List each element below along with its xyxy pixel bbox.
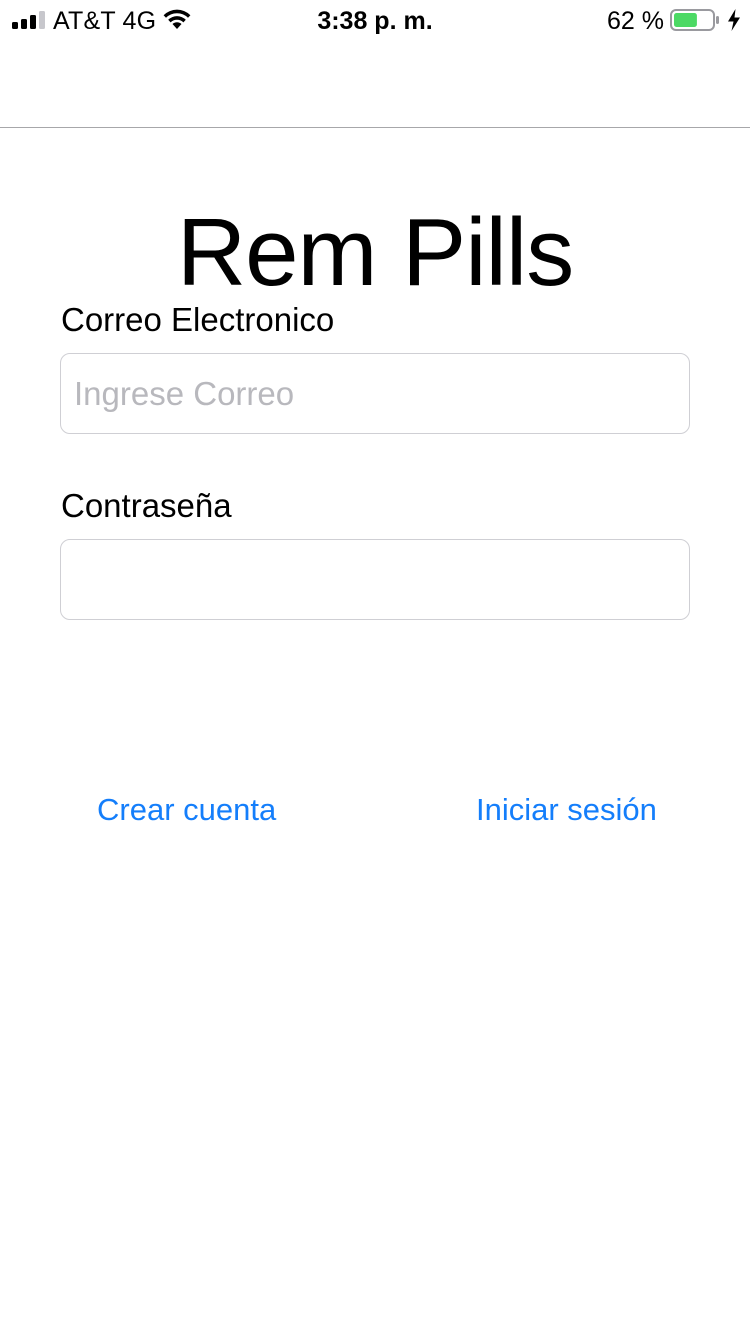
password-label: Contraseña bbox=[61, 487, 232, 524]
battery-percentage: 62 % bbox=[607, 7, 664, 35]
create-account-button[interactable]: Crear cuenta bbox=[97, 788, 276, 832]
email-label: Correo Electronico bbox=[61, 301, 335, 338]
login-button[interactable]: Iniciar sesión bbox=[476, 788, 657, 832]
battery-icon bbox=[670, 9, 719, 31]
status-bar: AT&T 4G 3:38 p. m. 62 % bbox=[0, 0, 750, 40]
password-field[interactable] bbox=[60, 539, 690, 620]
charging-bolt-icon bbox=[728, 9, 740, 31]
app-title: Rem Pills bbox=[176, 199, 574, 307]
nav-bar-divider bbox=[0, 127, 750, 128]
email-field[interactable] bbox=[60, 353, 690, 434]
